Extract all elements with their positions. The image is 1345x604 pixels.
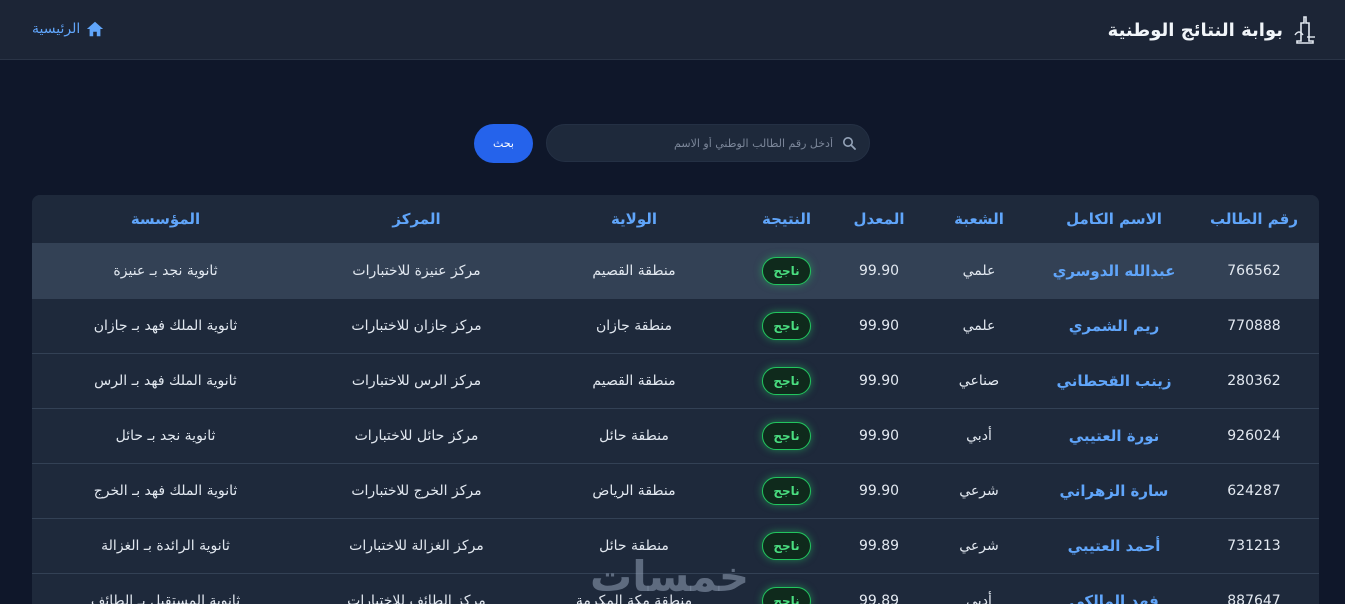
table-row[interactable]: 624287 سارة الزهراني شرعي 99.90 ناجح منط… [32,463,1319,518]
average-cell: 99.90 [858,317,900,334]
center-cell: مركز الغزالة للاختبارات [349,537,484,554]
average-cell: 99.89 [858,592,900,604]
table-row[interactable]: 770888 ريم الشمري علمي 99.90 ناجح منطقة … [32,298,1319,353]
center-cell: مركز عنيزة للاختبارات [352,262,481,279]
average-cell: 99.90 [858,372,900,389]
column-header-full-name[interactable]: الاسم الكامل [1039,195,1189,243]
search-button[interactable]: بحث [474,124,533,163]
student-name-link[interactable]: زينب القحطاني [1039,353,1189,408]
search-bar: بحث [474,124,870,164]
region-cell: منطقة جازان [595,317,673,334]
table-header-row: رقم الطالب الاسم الكامل الشعبة المعدل ال… [32,195,1319,243]
center-cell: مركز الطائف للاختبارات [347,592,486,604]
result-cell: ناجح [734,573,839,604]
result-badge: ناجح [762,531,811,560]
search-icon [843,137,856,150]
table-row[interactable]: 766562 عبدالله الدوسري علمي 99.90 ناجح م… [32,243,1319,298]
search-input[interactable] [546,124,870,162]
center-cell: مركز جازان للاختبارات [351,317,482,334]
table-row[interactable]: 280362 زينب القحطاني صناعي 99.90 ناجح من… [32,353,1319,408]
region-cell: منطقة القصيم [592,372,676,389]
column-header-branch[interactable]: الشعبة [919,195,1039,243]
student-id-cell: 731213 [1227,537,1281,554]
result-cell: ناجح [734,353,839,408]
school-cell: ثانوية المستقبل بـ الطائف [90,592,241,604]
branch-cell: أدبي [966,427,992,444]
student-name-link[interactable]: أحمد العتيبي [1039,518,1189,573]
home-link[interactable]: الرئيسية [32,18,104,40]
student-id-cell: 766562 [1227,262,1281,279]
student-name-link[interactable]: فهد المالكي [1039,573,1189,604]
average-cell: 99.90 [858,427,900,444]
branch-cell: أدبي [966,592,992,604]
region-cell: منطقة الرياض [592,482,676,499]
column-header-region[interactable]: الولاية [534,195,734,243]
school-cell: ثانوية الملك فهد بـ الرس [94,372,237,389]
home-icon [87,21,104,37]
student-name-link[interactable]: ريم الشمري [1039,298,1189,353]
results-table-card: رقم الطالب الاسم الكامل الشعبة المعدل ال… [32,195,1319,604]
school-cell: ثانوية نجد بـ عنيزة [113,262,218,279]
center-cell: مركز الرس للاختبارات [351,372,482,389]
result-cell: ناجح [734,518,839,573]
result-cell: ناجح [734,463,839,518]
column-header-result[interactable]: النتيجة [734,195,839,243]
result-cell: ناجح [734,243,839,298]
column-header-center[interactable]: المركز [299,195,534,243]
region-cell: منطقة مكة المكرمة [575,592,693,604]
result-badge: ناجح [762,256,811,285]
branch-cell: علمي [962,317,996,334]
results-table: رقم الطالب الاسم الكامل الشعبة المعدل ال… [32,195,1319,604]
result-badge: ناجح [762,421,811,450]
column-header-student-id[interactable]: رقم الطالب [1189,195,1319,243]
student-name-link[interactable]: عبدالله الدوسري [1039,243,1189,298]
center-cell: مركز الخرج للاختبارات [351,482,482,499]
result-badge: ناجح [762,476,811,505]
result-badge: ناجح [762,586,811,604]
result-badge: ناجح [762,311,811,340]
student-name-link[interactable]: نورة العتيبي [1039,408,1189,463]
top-navbar: بوابة النتائج الوطنية الرئيسية [0,0,1345,60]
average-cell: 99.90 [858,262,900,279]
average-cell: 99.89 [858,537,900,554]
average-cell: 99.90 [858,482,900,499]
brand[interactable]: بوابة النتائج الوطنية [1108,14,1317,46]
student-id-cell: 624287 [1227,482,1281,499]
tower-logo-icon [1294,16,1315,44]
site-title: بوابة النتائج الوطنية [1107,19,1283,41]
table-row[interactable]: 887647 فهد المالكي أدبي 99.89 ناجح منطقة… [32,573,1319,604]
student-id-cell: 887647 [1227,592,1281,604]
region-cell: منطقة القصيم [592,262,676,279]
school-cell: ثانوية الملك فهد بـ الخرج [93,482,238,499]
table-row[interactable]: 731213 أحمد العتيبي شرعي 99.89 ناجح منطق… [32,518,1319,573]
student-id-cell: 280362 [1227,372,1281,389]
center-cell: مركز حائل للاختبارات [354,427,479,444]
table-row[interactable]: 926024 نورة العتيبي أدبي 99.90 ناجح منطق… [32,408,1319,463]
school-cell: ثانوية نجد بـ حائل [115,427,216,444]
school-cell: ثانوية الرائدة بـ الغزالة [101,537,230,554]
branch-cell: شرعي [959,482,999,499]
school-cell: ثانوية الملك فهد بـ جازان [93,317,238,334]
student-name-link[interactable]: سارة الزهراني [1039,463,1189,518]
region-cell: منطقة حائل [599,427,669,444]
column-header-school[interactable]: المؤسسة [32,195,299,243]
result-cell: ناجح [734,298,839,353]
branch-cell: صناعي [958,372,1000,389]
branch-cell: علمي [962,262,996,279]
student-id-cell: 770888 [1227,317,1281,334]
result-badge: ناجح [762,366,811,395]
region-cell: منطقة حائل [599,537,669,554]
home-link-label: الرئيسية [32,21,81,37]
result-cell: ناجح [734,408,839,463]
column-header-average[interactable]: المعدل [839,195,919,243]
branch-cell: شرعي [959,537,999,554]
student-id-cell: 926024 [1227,427,1281,444]
